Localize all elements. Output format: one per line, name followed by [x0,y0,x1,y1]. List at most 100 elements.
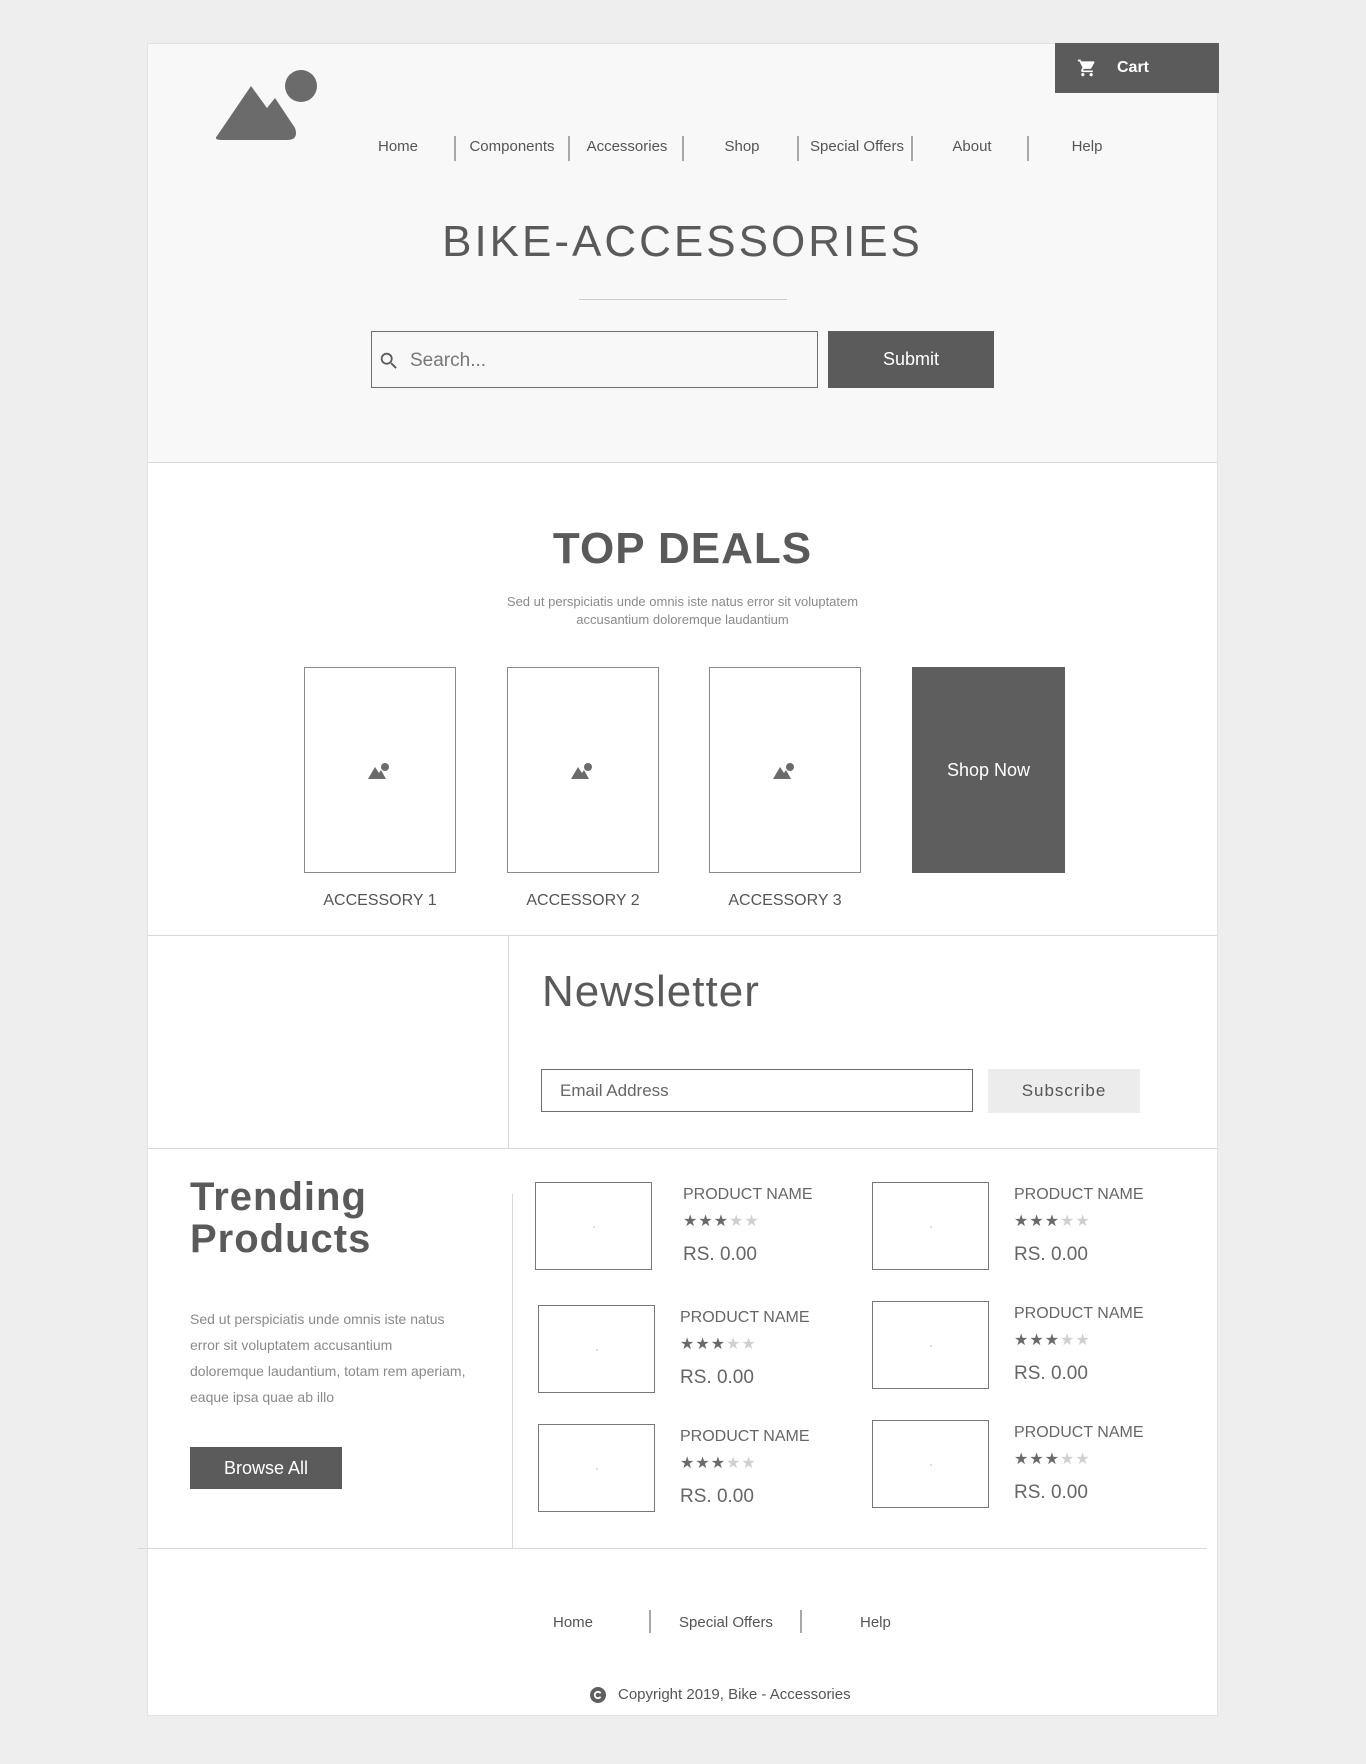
product-name: PRODUCT NAME [1014,1305,1144,1322]
cart-label: Cart [1117,59,1150,76]
product-rating: ★★★★★ [1014,1211,1091,1231]
accessory-label-3: ACCESSORY 3 [728,892,842,909]
image-placeholder-icon [593,1226,595,1228]
star-icon: ★ [726,1336,742,1353]
search-box[interactable] [371,331,818,389]
product-image[interactable] [872,1301,989,1389]
image-placeholder-icon [930,1464,932,1466]
nav-separator [1027,136,1029,161]
nav-separator [911,136,913,161]
star-icon: ★ [1060,1451,1076,1468]
product-image[interactable] [872,1420,989,1508]
nav-item-accessories[interactable]: Accessories [571,131,683,163]
submit-button[interactable]: Submit [828,331,994,388]
trending-description: Sed ut perspiciatis unde omnis iste natu… [190,1311,466,1405]
subscribe-button[interactable]: Subscribe [988,1069,1140,1113]
star-icon: ★ [1029,1332,1045,1349]
accessory-card-2[interactable] [507,667,659,873]
nav-separator [568,136,570,161]
star-icon: ★ [1075,1213,1091,1230]
star-icon: ★ [1044,1332,1061,1349]
footer-link-special-offers[interactable]: Special Offers [679,1614,773,1631]
section-divider [148,1148,1217,1149]
product-rating: ★★★★★ [680,1334,757,1354]
accessory-card-1[interactable] [304,667,456,873]
star-icon: ★ [1044,1213,1061,1230]
footer-link-home[interactable]: Home [553,1614,593,1631]
product-name: PRODUCT NAME [680,1309,810,1326]
star-icon: ★ [710,1336,727,1353]
star-icon: ★ [713,1213,730,1230]
star-icon: ★ [1075,1451,1091,1468]
nav-item-about[interactable]: About [916,131,1028,163]
star-icon: ★ [1014,1332,1030,1349]
image-placeholder-icon [571,763,592,779]
image-placeholder-icon [773,763,794,779]
nav-item-shop[interactable]: Shop [686,131,798,163]
star-icon: ★ [683,1213,699,1230]
email-field[interactable] [541,1069,973,1112]
title-divider [579,299,787,300]
product-image[interactable] [538,1305,655,1393]
product-price: RS. 0.00 [683,1244,757,1265]
copyright-icon [590,1686,606,1703]
copyright-text: Copyright 2019, Bike - Accessories [618,1686,851,1703]
star-icon: ★ [1060,1213,1076,1230]
top-deals-title: TOP DEALS [552,524,813,573]
product-price: RS. 0.00 [680,1367,754,1388]
star-icon: ★ [680,1336,696,1353]
product-price: RS. 0.00 [680,1486,754,1507]
trending-divider [512,1194,513,1549]
trending-title-line2: Products [190,1217,372,1261]
search-input[interactable] [408,332,812,389]
product-price: RS. 0.00 [1014,1244,1088,1265]
nav-item-special-offers[interactable]: Special Offers [801,131,913,163]
shopping-cart-icon [1077,59,1095,77]
page: Cart Home Components Accessories Shop Sp… [138,43,1219,1716]
logo-mountain-icon[interactable] [215,70,319,142]
star-icon: ★ [695,1455,711,1472]
top-deals-subtitle: Sed ut perspiciatis unde omnis iste natu… [506,594,859,627]
browse-all-button[interactable]: Browse All [190,1447,342,1489]
nav-item-home[interactable]: Home [342,131,454,163]
trending-title: Trending Products [190,1176,371,1260]
header: Cart Home Components Accessories Shop Sp… [148,43,1219,463]
image-placeholder-icon [596,1349,598,1351]
star-icon: ★ [1075,1332,1091,1349]
star-icon: ★ [1044,1451,1061,1468]
star-icon: ★ [729,1213,745,1230]
accessory-card-3[interactable] [709,667,861,873]
star-icon: ★ [1014,1451,1030,1468]
nav-separator [682,136,684,161]
footer-link-help[interactable]: Help [860,1614,891,1631]
section-divider [138,1548,1207,1549]
star-icon: ★ [744,1213,760,1230]
section-divider [148,935,1217,936]
product-image[interactable] [872,1182,989,1270]
product-name: PRODUCT NAME [1014,1424,1144,1441]
nav-item-components[interactable]: Components [456,131,568,163]
image-placeholder-icon [930,1226,932,1228]
image-placeholder-icon [368,763,389,779]
star-icon: ★ [710,1455,727,1472]
star-icon: ★ [695,1336,711,1353]
product-image[interactable] [535,1182,652,1270]
nav-separator [797,136,799,161]
image-placeholder-icon [930,1345,932,1347]
product-image[interactable] [538,1424,655,1512]
product-rating: ★★★★★ [683,1211,760,1231]
shop-now-button[interactable]: Shop Now [912,667,1065,873]
star-icon: ★ [741,1336,757,1353]
newsletter-title: Newsletter [542,967,760,1016]
product-name: PRODUCT NAME [680,1428,810,1445]
star-icon: ★ [1060,1332,1076,1349]
product-price: RS. 0.00 [1014,1363,1088,1384]
nav-item-help[interactable]: Help [1031,131,1143,163]
star-icon: ★ [1029,1213,1045,1230]
star-icon: ★ [741,1455,757,1472]
product-rating: ★★★★★ [680,1453,757,1473]
cart-button[interactable]: Cart [1055,43,1219,93]
copyright: Copyright 2019, Bike - Accessories [590,1686,851,1703]
star-icon: ★ [1014,1213,1030,1230]
star-icon: ★ [1029,1451,1045,1468]
